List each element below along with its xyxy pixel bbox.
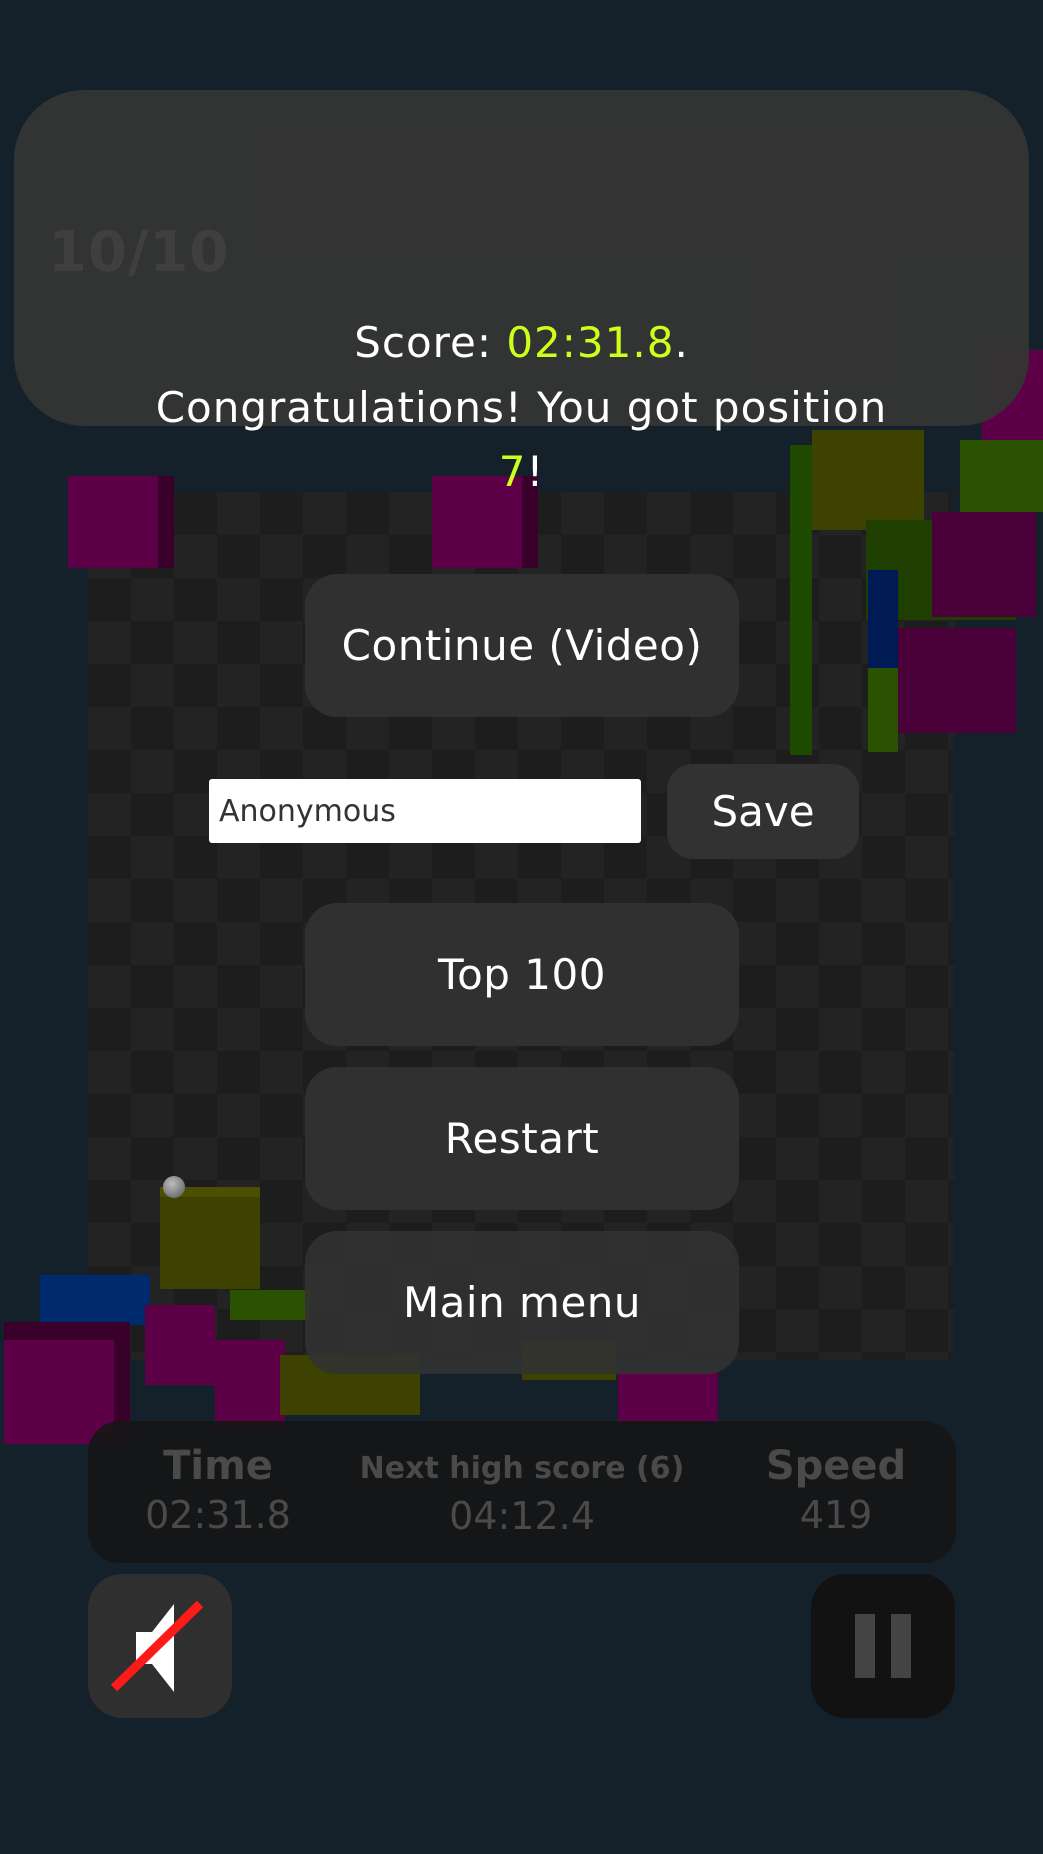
speaker-muted-icon (110, 1600, 204, 1692)
time-stat: Time 02:31.8 (118, 1421, 318, 1563)
next-high-score-label: Next high score (6) (359, 1451, 685, 1486)
score-suffix: . (674, 318, 689, 367)
continue-video-button[interactable]: Continue (Video) (305, 574, 739, 717)
time-label: Time (163, 1443, 273, 1489)
magenta-cube (215, 1340, 285, 1430)
magenta-cube (898, 628, 1016, 733)
green-cube (868, 668, 898, 752)
olive-cube (160, 1187, 260, 1289)
next-high-score-value: 04:12.4 (449, 1494, 595, 1538)
green-cube (230, 1290, 310, 1320)
pause-button[interactable] (811, 1574, 955, 1718)
magenta-cube (618, 1370, 718, 1422)
position-suffix: ! (526, 447, 545, 496)
stats-bar: Time 02:31.8 Next high score (6) 04:12.4… (88, 1421, 956, 1563)
next-high-score-stat: Next high score (6) 04:12.4 (350, 1421, 694, 1563)
speed-label: Speed (765, 1443, 907, 1489)
sound-toggle-button[interactable] (88, 1574, 232, 1718)
restart-button[interactable]: Restart (305, 1067, 739, 1210)
speed-value: 419 (799, 1493, 873, 1537)
score-line: Score: 02:31.8. (0, 318, 1043, 367)
top100-button[interactable]: Top 100 (305, 903, 739, 1046)
magenta-cube (145, 1305, 215, 1385)
congrats-line: Congratulations! You got position (155, 383, 888, 432)
magenta-cube (932, 512, 1036, 617)
score-value: 02:31.8 (506, 318, 675, 367)
main-menu-button[interactable]: Main menu (305, 1231, 739, 1374)
ball (163, 1176, 185, 1198)
position-line: 7! (0, 447, 1043, 496)
level-indicator: 10/10 (48, 220, 230, 285)
speed-stat: Speed 419 (726, 1421, 946, 1563)
position-value: 7 (498, 447, 527, 496)
time-value: 02:31.8 (145, 1493, 291, 1537)
player-name-input[interactable] (209, 779, 641, 843)
pause-icon (855, 1614, 911, 1678)
score-prefix: Score: (354, 318, 507, 367)
blue-cube (868, 570, 898, 668)
save-button[interactable]: Save (667, 764, 859, 859)
blue-cube (40, 1275, 150, 1325)
